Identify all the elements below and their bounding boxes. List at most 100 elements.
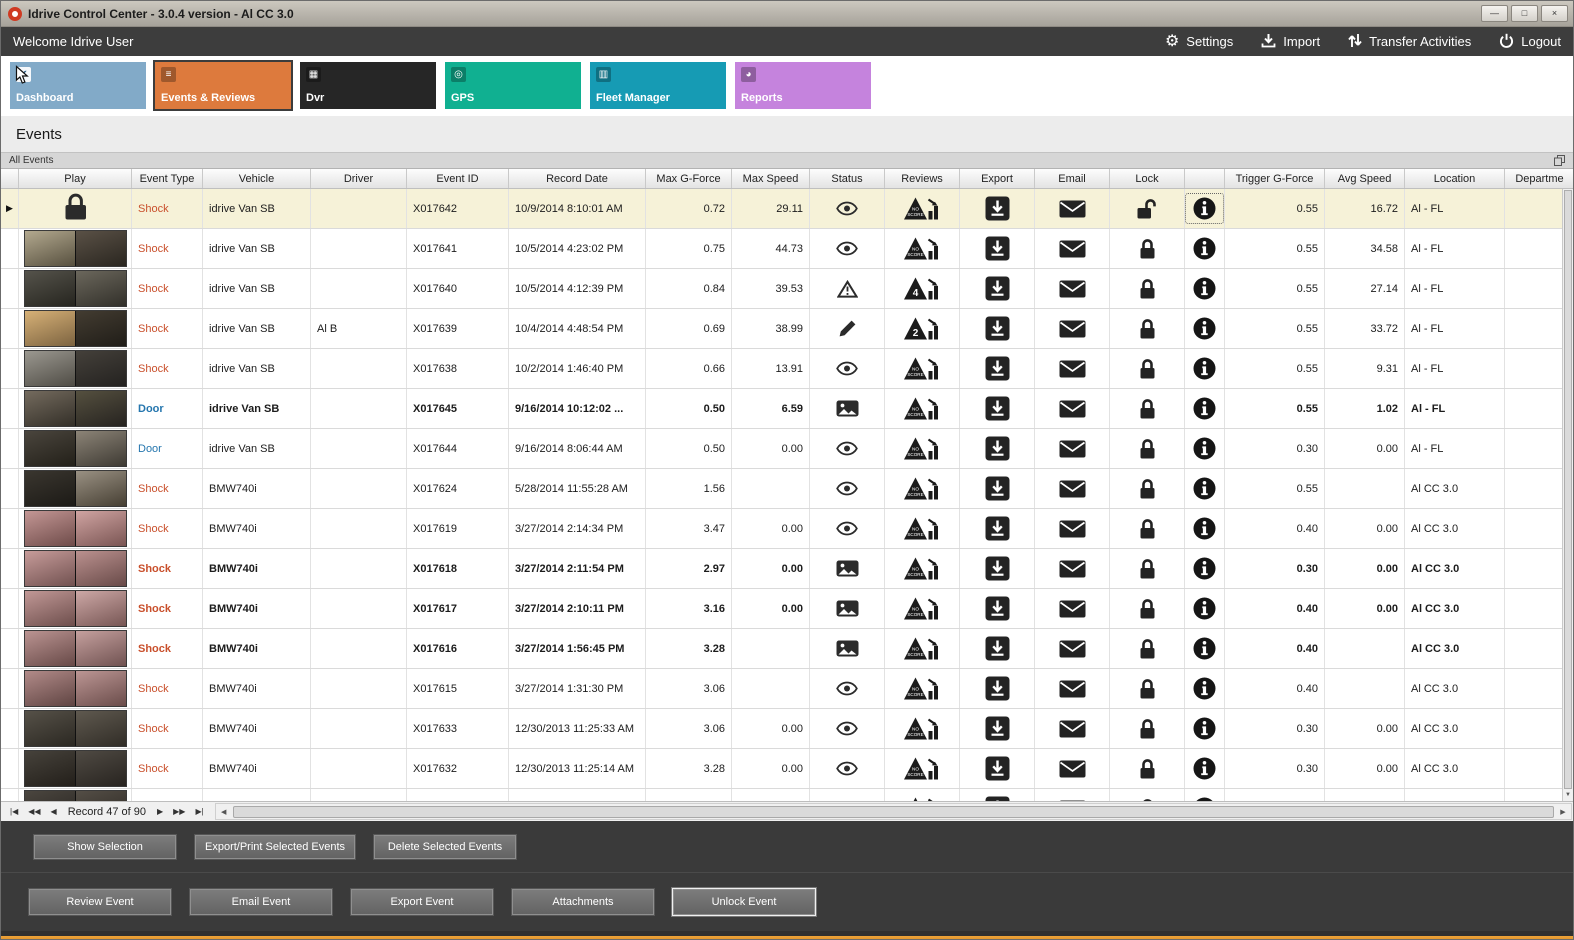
- status-warning-icon[interactable]: [810, 269, 885, 308]
- play-cell[interactable]: [19, 549, 132, 588]
- attachments-button[interactable]: Attachments: [511, 888, 655, 916]
- email-icon[interactable]: [1035, 309, 1110, 348]
- play-cell[interactable]: [19, 509, 132, 548]
- status-image-icon[interactable]: [810, 629, 885, 668]
- event-row[interactable]: Shock BMW740i X017616 3/27/2014 1:56:45 PM 3…: [1, 629, 1573, 669]
- lock-locked-icon[interactable]: [1110, 509, 1185, 548]
- tab-gps[interactable]: ◎ GPS: [445, 62, 581, 109]
- event-thumbnail[interactable]: [23, 670, 127, 707]
- export-icon[interactable]: [960, 229, 1035, 268]
- tab-dashboard[interactable]: ✔ Dashboard: [10, 62, 146, 109]
- event-row[interactable]: ▶ Shock idrive Van SB X017642 10/9/2014 8:10…: [1, 189, 1573, 229]
- column-header-max-speed[interactable]: Max Speed: [732, 169, 810, 188]
- lock-locked-icon[interactable]: [1110, 789, 1185, 801]
- email-icon[interactable]: [1035, 389, 1110, 428]
- lock-locked-icon[interactable]: [1110, 389, 1185, 428]
- event-thumbnail[interactable]: [23, 270, 127, 307]
- export-icon[interactable]: [960, 189, 1035, 228]
- email-icon[interactable]: [1035, 589, 1110, 628]
- reviews-score-icon[interactable]: 4: [885, 269, 960, 308]
- lock-locked-icon[interactable]: [1110, 629, 1185, 668]
- event-row[interactable]: Door idrive Van SB X017645 9/16/2014 10:12:…: [1, 389, 1573, 429]
- tab-fleet-manager[interactable]: ▥ Fleet Manager: [590, 62, 726, 109]
- event-thumbnail[interactable]: [23, 310, 127, 347]
- transfer-activities-button[interactable]: Transfer Activities: [1348, 33, 1471, 51]
- email-icon[interactable]: [1035, 509, 1110, 548]
- email-icon[interactable]: [1035, 429, 1110, 468]
- export-icon[interactable]: [960, 509, 1035, 548]
- email-icon[interactable]: [1035, 229, 1110, 268]
- lock-locked-icon[interactable]: [1110, 429, 1185, 468]
- status-eye-icon[interactable]: [810, 749, 885, 788]
- prev-page-button[interactable]: ◀◀: [23, 807, 45, 816]
- play-cell[interactable]: [19, 309, 132, 348]
- play-cell[interactable]: [19, 589, 132, 628]
- reviews-score-icon[interactable]: 2: [885, 309, 960, 348]
- email-icon[interactable]: [1035, 349, 1110, 388]
- email-icon[interactable]: [1035, 469, 1110, 508]
- info-icon[interactable]: [1185, 469, 1225, 508]
- event-row[interactable]: Shock idrive Van SB Al B X017639 10/4/2014 4…: [1, 309, 1573, 349]
- maximize-button[interactable]: □: [1511, 5, 1538, 22]
- column-header-departme[interactable]: Departme: [1505, 169, 1573, 188]
- reviews-score-icon[interactable]: NOSCORE: [885, 549, 960, 588]
- event-row[interactable]: Shock BMW740i X017633 12/30/2013 11:25:33 A…: [1, 709, 1573, 749]
- minimize-button[interactable]: —: [1481, 5, 1508, 22]
- play-cell[interactable]: [19, 189, 132, 228]
- event-thumbnail[interactable]: [23, 390, 127, 427]
- show-selection-button[interactable]: Show Selection: [33, 833, 177, 860]
- info-icon[interactable]: [1185, 309, 1225, 348]
- reviews-score-icon[interactable]: NOSCORE: [885, 509, 960, 548]
- play-cell[interactable]: [19, 389, 132, 428]
- email-icon[interactable]: [1035, 749, 1110, 788]
- column-header-event-id[interactable]: Event ID: [407, 169, 509, 188]
- status-eye-icon[interactable]: [810, 429, 885, 468]
- horizontal-scrollbar[interactable]: ◀ ▶: [214, 803, 1572, 820]
- event-row[interactable]: Shock BMW740i X017619 3/27/2014 2:14:34 PM 3…: [1, 509, 1573, 549]
- status-eye-icon[interactable]: [810, 709, 885, 748]
- event-thumbnail[interactable]: [23, 630, 127, 667]
- lock-locked-icon[interactable]: [1110, 549, 1185, 588]
- event-row[interactable]: Shock BMW740i X017617 3/27/2014 2:10:11 PM 3…: [1, 589, 1573, 629]
- info-icon[interactable]: [1185, 349, 1225, 388]
- play-cell[interactable]: [19, 269, 132, 308]
- email-event-button[interactable]: Email Event: [189, 888, 333, 916]
- event-thumbnail[interactable]: [23, 790, 127, 801]
- info-icon[interactable]: [1185, 589, 1225, 628]
- event-thumbnail[interactable]: [23, 350, 127, 387]
- info-icon[interactable]: [1185, 789, 1225, 801]
- play-cell[interactable]: [19, 349, 132, 388]
- export-icon[interactable]: [960, 429, 1035, 468]
- status-eye-icon[interactable]: [810, 509, 885, 548]
- reviews-score-icon[interactable]: NOSCORE: [885, 469, 960, 508]
- scroll-right-icon[interactable]: ▶: [1555, 808, 1571, 816]
- vertical-scroll-thumb[interactable]: [1564, 190, 1572, 789]
- next-page-button[interactable]: ▶▶: [168, 807, 190, 816]
- event-row[interactable]: Shock idrive Van SB X017638 10/2/2014 1:46:…: [1, 349, 1573, 389]
- status-image-icon[interactable]: [810, 549, 885, 588]
- reviews-score-icon[interactable]: NOSCORE: [885, 789, 960, 801]
- export-icon[interactable]: [960, 709, 1035, 748]
- info-icon[interactable]: [1185, 429, 1225, 468]
- play-cell[interactable]: [19, 469, 132, 508]
- reviews-score-icon[interactable]: NOSCORE: [885, 429, 960, 468]
- lock-locked-icon[interactable]: [1110, 669, 1185, 708]
- event-thumbnail[interactable]: [23, 710, 127, 747]
- vertical-scrollbar[interactable]: ▼: [1562, 189, 1573, 801]
- horizontal-scroll-thumb[interactable]: [232, 805, 1554, 818]
- column-header-blank[interactable]: [1185, 169, 1225, 188]
- status-eye-icon[interactable]: [810, 189, 885, 228]
- play-cell[interactable]: [19, 429, 132, 468]
- event-thumbnail[interactable]: [23, 590, 127, 627]
- event-row[interactable]: Shock BMW740i X017618 3/27/2014 2:11:54 PM 2…: [1, 549, 1573, 589]
- event-row[interactable]: Shock BMW740i X017632 12/30/2013 11:25:14 A…: [1, 749, 1573, 789]
- export-icon[interactable]: [960, 269, 1035, 308]
- export-icon[interactable]: [960, 749, 1035, 788]
- email-icon[interactable]: [1035, 669, 1110, 708]
- event-thumbnail[interactable]: [23, 510, 127, 547]
- lock-locked-icon[interactable]: [1110, 589, 1185, 628]
- event-row[interactable]: NOSCORE: [1, 789, 1573, 801]
- column-header-location[interactable]: Location: [1405, 169, 1505, 188]
- lock-locked-icon[interactable]: [1110, 469, 1185, 508]
- column-header-avg-speed[interactable]: Avg Speed: [1325, 169, 1405, 188]
